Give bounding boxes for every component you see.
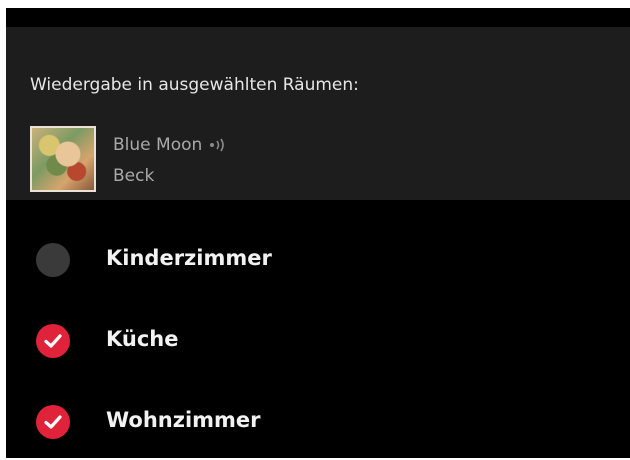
room-selection-screen: Wiedergabe in ausgewählten Räumen: Blue … bbox=[6, 8, 630, 458]
room-label: Kinderzimmer bbox=[106, 246, 272, 270]
track-artist: Beck bbox=[113, 166, 155, 186]
checkmark-icon[interactable] bbox=[36, 324, 70, 358]
room-label: Wohnzimmer bbox=[106, 408, 261, 432]
now-playing-panel: Wiedergabe in ausgewählten Räumen: Blue … bbox=[6, 27, 630, 200]
checkmark-icon[interactable] bbox=[36, 405, 70, 439]
room-item-kueche[interactable]: Küche bbox=[6, 313, 630, 369]
unchecked-circle-icon[interactable] bbox=[36, 243, 70, 277]
speaker-icon bbox=[209, 137, 229, 153]
room-item-kinderzimmer[interactable]: Kinderzimmer bbox=[6, 232, 630, 288]
room-label: Küche bbox=[106, 327, 179, 351]
track-title: Blue Moon bbox=[113, 135, 203, 155]
album-art bbox=[30, 126, 96, 192]
track-title-row: Blue Moon bbox=[113, 135, 229, 155]
room-item-wohnzimmer[interactable]: Wohnzimmer bbox=[6, 394, 630, 450]
header-title: Wiedergabe in ausgewählten Räumen: bbox=[30, 75, 359, 95]
